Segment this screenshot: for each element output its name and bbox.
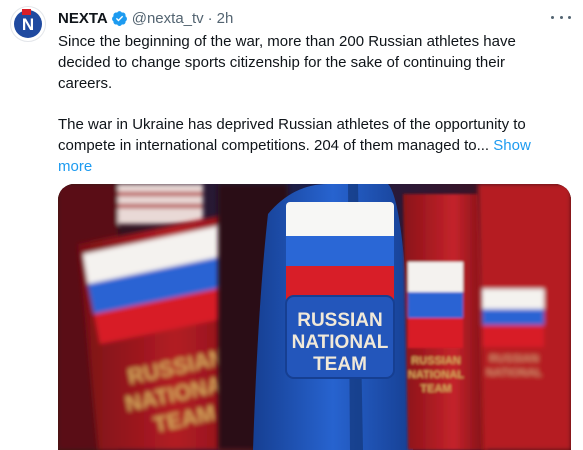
tweet-header: NEXTA @nexta_tv · 2h [58, 8, 233, 28]
badge-right2-line1: RUSSIAN [489, 353, 539, 365]
avatar[interactable]: N [10, 6, 46, 42]
badge-right1-line2: NATIONAL [408, 369, 464, 381]
badge-center-line3: TEAM [313, 354, 367, 375]
separator-dot: · [207, 9, 213, 27]
nexta-logo-icon: N [14, 9, 42, 38]
russian-team-jackets-image: RUSSIAN NATIONAL TEAM RUSSIAN NATIONAL T… [58, 184, 571, 450]
menu-dot [551, 15, 554, 19]
avatar-letter: N [22, 15, 34, 34]
tweet-paragraph-2: The war in Ukraine has deprived Russian … [58, 114, 563, 177]
tweet-text: Since the beginning of the war, more tha… [58, 31, 563, 177]
tweet-paragraph-1: Since the beginning of the war, more tha… [58, 33, 516, 92]
verified-badge-icon [111, 10, 128, 27]
timestamp[interactable]: 2h [217, 10, 234, 27]
author-name[interactable]: NEXTA [58, 10, 108, 27]
badge-center-line2: NATIONAL [292, 332, 389, 353]
more-horizontal-icon[interactable] [551, 12, 571, 22]
badge-right1-line3: TEAM [420, 383, 451, 395]
menu-dot [568, 15, 571, 19]
badge-right1-line1: RUSSIAN [411, 355, 461, 367]
menu-dot [559, 15, 563, 19]
tweet-image[interactable]: RUSSIAN NATIONAL TEAM RUSSIAN NATIONAL T… [58, 184, 571, 450]
badge-center-line1: RUSSIAN [297, 310, 383, 331]
tweet-paragraph-2-text: The war in Ukraine has deprived Russian … [58, 116, 526, 154]
author-handle[interactable]: @nexta_tv [132, 10, 204, 27]
badge-right2-line2: NATIONAL [486, 367, 542, 379]
